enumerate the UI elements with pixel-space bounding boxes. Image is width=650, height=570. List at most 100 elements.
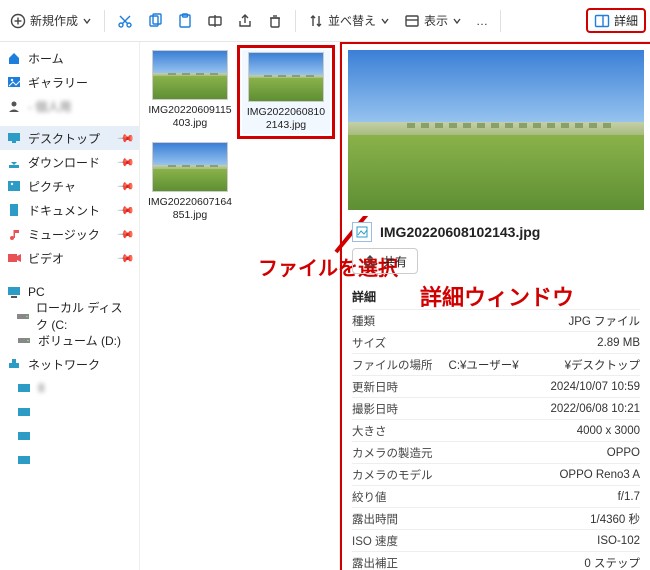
file-thumbnail[interactable]: IMG20220609115403.jpg: [146, 50, 234, 134]
pin-icon: 📌: [117, 201, 136, 220]
thumbnail-image: [248, 52, 324, 102]
separator: [295, 10, 296, 32]
nav-label: ミュージック: [28, 226, 100, 243]
meta-row: サイズ2.89 MB: [352, 331, 640, 353]
nav-item-music[interactable]: ミュージック 📌: [0, 222, 139, 246]
meta-key: 露出時間: [352, 511, 398, 527]
nav-label: - 個人用: [28, 98, 71, 115]
separator: [104, 10, 105, 32]
meta-key: サイズ: [352, 335, 386, 351]
ellipsis-icon: …: [476, 14, 488, 28]
file-thumbnail[interactable]: IMG20220607164851.jpg: [146, 142, 234, 222]
drive-icon: [16, 332, 32, 348]
meta-row: ISO 速度ISO-102: [352, 529, 640, 551]
share-icon: [237, 13, 253, 29]
new-label: 新規作成: [30, 12, 78, 29]
nav-label: ネットワーク: [28, 356, 100, 373]
chevron-down-icon: [452, 16, 462, 26]
nav-label: 8: [38, 381, 45, 395]
meta-value: 4000 x 3000: [577, 425, 640, 437]
meta-row: ファイルの場所C:¥ユーザー¥ ¥デスクトップ: [352, 353, 640, 375]
cut-button[interactable]: [111, 6, 139, 36]
nav-item-node[interactable]: [0, 400, 139, 424]
meta-row: カメラのモデルOPPO Reno3 A: [352, 463, 640, 485]
nav-label: ピクチャ: [28, 178, 76, 195]
meta-value: 1/4360 秒: [590, 511, 640, 527]
chevron-down-icon: [380, 16, 390, 26]
nav-item-net[interactable]: ネットワーク: [0, 352, 139, 376]
node-icon: [16, 452, 32, 468]
details-button[interactable]: 詳細: [586, 8, 646, 33]
meta-row: 撮影日時2022/06/08 10:21: [352, 397, 640, 419]
meta-value: 0 ステップ: [584, 555, 640, 570]
nav-item-node[interactable]: [0, 424, 139, 448]
gallery-icon: [6, 74, 22, 90]
view-button[interactable]: 表示: [398, 6, 468, 36]
nav-item-drive[interactable]: ボリューム (D:): [0, 328, 139, 352]
meta-key: ISO 速度: [352, 533, 398, 549]
nav-item-home[interactable]: ホーム: [0, 46, 139, 70]
rename-button[interactable]: [201, 6, 229, 36]
thumbnail-image: [152, 50, 228, 100]
file-name: IMG20220608102143.jpg: [244, 106, 328, 132]
nav-label: ビデオ: [28, 250, 64, 267]
nav-label: ギャラリー: [28, 74, 88, 91]
details-table: 種類 JPG ファイルサイズ2.89 MBファイルの場所C:¥ユーザー¥ ¥デスク…: [342, 309, 650, 570]
share-button[interactable]: 共有: [352, 248, 418, 274]
meta-key: 更新日時: [352, 379, 398, 395]
pin-icon: 📌: [117, 225, 136, 244]
nav-item-gallery[interactable]: ギャラリー: [0, 70, 139, 94]
music-icon: [6, 226, 22, 242]
meta-key: カメラのモデル: [352, 467, 433, 483]
picture-icon: [352, 222, 372, 242]
nav-label: ドキュメント: [28, 202, 100, 219]
nav-item-download[interactable]: ダウンロード📌: [0, 150, 139, 174]
nav-item-video[interactable]: ビデオ 📌: [0, 246, 139, 270]
nav-label: ダウンロード: [28, 154, 100, 171]
separator: [500, 10, 501, 32]
nav-item-pictures[interactable]: ピクチャ📌: [0, 174, 139, 198]
clipboard-icon: [177, 13, 193, 29]
share-label: 共有: [383, 253, 407, 270]
node-icon: [16, 404, 32, 420]
nav-item-documents[interactable]: ドキュメント 📌: [0, 198, 139, 222]
meta-key: 種類: [352, 313, 375, 329]
new-button[interactable]: 新規作成: [4, 6, 98, 36]
preview-image: [342, 44, 650, 216]
thumbnail-image: [152, 142, 228, 192]
sort-button[interactable]: 並べ替え: [302, 6, 396, 36]
nav-label: ボリューム (D:): [38, 332, 121, 349]
more-button[interactable]: …: [470, 6, 494, 36]
pin-icon: 📌: [117, 249, 136, 268]
nav-item-node[interactable]: 8: [0, 376, 139, 400]
delete-button[interactable]: [261, 6, 289, 36]
nav-item-drive[interactable]: ローカル ディスク (C:: [0, 304, 139, 328]
file-list: IMG20220609115403.jpg IMG20220608102143.j…: [140, 42, 340, 570]
download-icon: [6, 154, 22, 170]
meta-row: 更新日時2024/10/07 10:59: [352, 375, 640, 397]
nav-item-desktop[interactable]: デスクトップ📌: [0, 126, 139, 150]
details-pane-icon: [594, 13, 610, 29]
view-label: 表示: [424, 12, 448, 29]
chevron-down-icon: [82, 16, 92, 26]
meta-value: OPPO: [607, 447, 640, 459]
share-toolbar-button[interactable]: [231, 6, 259, 36]
file-thumbnail[interactable]: IMG20220608102143.jpg: [242, 50, 330, 134]
meta-value: JPG ファイル: [568, 313, 640, 329]
meta-row: 種類 JPG ファイル: [352, 309, 640, 331]
meta-row: 絞り値f/1.7: [352, 485, 640, 507]
meta-key: ファイルの場所: [352, 357, 433, 373]
documents-icon: [6, 202, 22, 218]
meta-row: 大きさ4000 x 3000: [352, 419, 640, 441]
nav-item-node[interactable]: [0, 448, 139, 472]
copy-button[interactable]: [141, 6, 169, 36]
meta-value: 2022/06/08 10:21: [550, 403, 640, 415]
desktop-icon: [6, 130, 22, 146]
paste-button[interactable]: [171, 6, 199, 36]
pictures-icon: [6, 178, 22, 194]
plus-circle-icon: [10, 13, 26, 29]
meta-row: カメラの製造元OPPO: [352, 441, 640, 463]
nav-item-user[interactable]: - 個人用: [0, 94, 139, 118]
details-filename: IMG20220608102143.jpg: [380, 224, 540, 240]
details-label: 詳細: [614, 12, 638, 29]
